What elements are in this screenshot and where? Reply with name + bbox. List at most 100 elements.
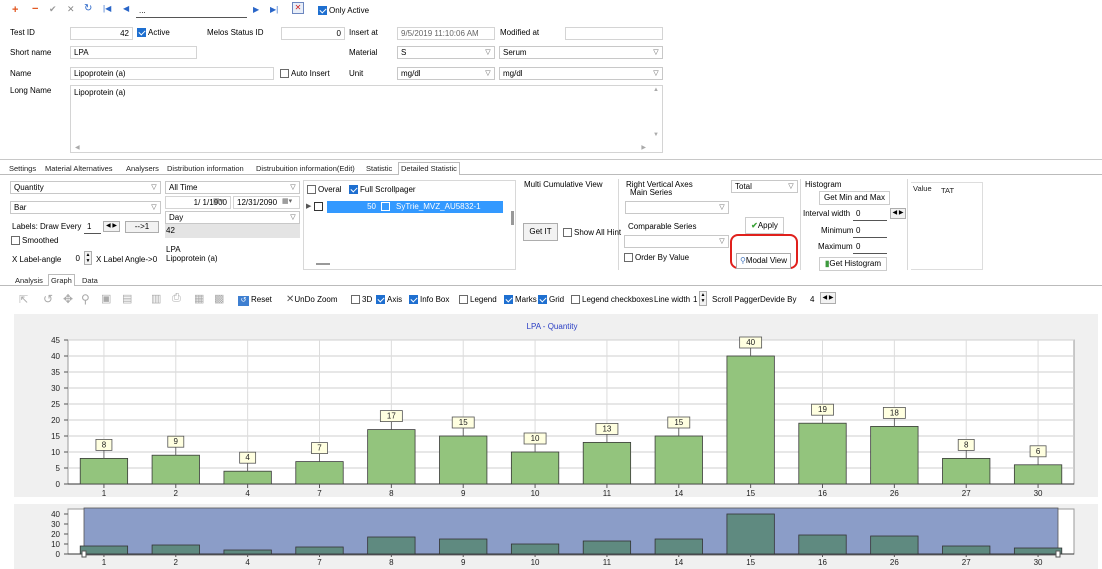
- calendar-icon[interactable]: ▦▾: [213, 197, 223, 205]
- comparable-series-select[interactable]: ▽: [624, 235, 729, 248]
- pointer-icon[interactable]: ⇱: [19, 293, 28, 306]
- get-histogram-button[interactable]: ▮Get Histogram: [819, 257, 887, 271]
- chart-gallery-icon[interactable]: ▥: [151, 292, 161, 305]
- print-icon[interactable]: ⎙: [172, 292, 181, 305]
- prev-record-icon[interactable]: ◀: [123, 4, 129, 13]
- get-it-button[interactable]: Get IT: [523, 223, 558, 241]
- get-min-max-button[interactable]: Get Min and Max: [819, 191, 890, 205]
- material-name-select[interactable]: Serum ▽: [499, 46, 663, 59]
- tab-tat[interactable]: TAT: [939, 185, 956, 196]
- first-record-icon[interactable]: |◀: [103, 4, 111, 13]
- tab-data[interactable]: Data: [80, 275, 100, 286]
- quantity-select[interactable]: Quantity ▽: [10, 181, 161, 194]
- line-width-field[interactable]: 1: [693, 293, 697, 306]
- bar[interactable]: [151, 454, 200, 485]
- save-icon[interactable]: ▩: [214, 292, 224, 305]
- apply-button[interactable]: ✔Apply: [745, 217, 784, 234]
- next-record-icon[interactable]: ▶: [253, 5, 259, 14]
- line-width-stepper-icon[interactable]: ▲ ▼: [699, 291, 707, 306]
- undo-zoom-button[interactable]: ✕UnDo Zoom: [286, 293, 338, 306]
- bar[interactable]: [1013, 464, 1063, 485]
- total-select[interactable]: Total ▽: [731, 180, 798, 193]
- tab-detailed-statistic[interactable]: Detailed Statistic: [398, 162, 460, 175]
- cancel-icon[interactable]: ✕: [67, 4, 75, 15]
- vertical-scrollbar[interactable]: [511, 211, 514, 225]
- tab-distribution-information-edit[interactable]: Distrubuition information(Edit): [254, 163, 357, 174]
- copy-icon[interactable]: ▦: [194, 292, 204, 305]
- horizontal-scrollbar[interactable]: [316, 263, 330, 265]
- bar[interactable]: [223, 470, 272, 485]
- record-search-input[interactable]: ...: [136, 5, 247, 18]
- draw-every-field[interactable]: 1: [84, 221, 101, 234]
- delete-icon[interactable]: −: [32, 3, 38, 15]
- last-record-icon[interactable]: ▶|: [270, 5, 278, 14]
- checkbox-3d[interactable]: 3D: [351, 293, 372, 306]
- scroll-pager-stepper-icon[interactable]: ◀ ▶: [820, 292, 836, 304]
- melos-status-field[interactable]: 0: [281, 27, 345, 40]
- unit-code-select[interactable]: mg/dl ▽: [397, 67, 495, 80]
- x-label-angle-field[interactable]: 0: [71, 253, 83, 266]
- confirm-icon[interactable]: ✔: [49, 4, 57, 15]
- scroll-right-icon[interactable]: ▶: [641, 144, 646, 151]
- checkbox-legend-checkboxes[interactable]: Legend checkboxes: [571, 293, 653, 306]
- bar[interactable]: [367, 429, 416, 485]
- checkbox-axis[interactable]: Axis: [376, 293, 402, 306]
- calendar-icon[interactable]: ▦▾: [282, 197, 292, 205]
- bar[interactable]: [942, 457, 991, 485]
- scroll-pager-field[interactable]: 4: [810, 293, 814, 306]
- clear-filter-icon[interactable]: ✕: [292, 2, 304, 14]
- long-name-textarea[interactable]: Lipoprotein (a) ▲ ▼ ◀ ▶: [70, 85, 663, 153]
- material-code-select[interactable]: S ▽: [397, 46, 495, 59]
- bar[interactable]: [295, 461, 344, 485]
- bar[interactable]: [510, 451, 560, 485]
- refresh-icon[interactable]: ↻: [84, 3, 92, 14]
- x-label-angle-zero-label[interactable]: X Label Angle->0: [96, 254, 157, 266]
- tab-statistic[interactable]: Statistic: [364, 163, 394, 174]
- bar[interactable]: [870, 426, 919, 485]
- zoom-icon[interactable]: ⚲: [81, 292, 90, 306]
- tab-settings[interactable]: Settings: [7, 163, 38, 174]
- bar[interactable]: [654, 435, 703, 485]
- bar[interactable]: [582, 441, 632, 485]
- tab-distribution-information[interactable]: Distribution information: [165, 163, 246, 174]
- bar[interactable]: [439, 435, 488, 485]
- table-row[interactable]: ▶ 50 SyTrie_MVZ_AU5832-1: [305, 201, 503, 213]
- checkbox-info-box[interactable]: Info Box: [409, 293, 449, 306]
- bar[interactable]: [726, 355, 775, 485]
- auto-insert-checkbox[interactable]: Auto Insert: [280, 68, 330, 80]
- checkbox-legend[interactable]: Legend: [459, 293, 497, 306]
- list-item[interactable]: 42: [165, 224, 300, 238]
- name-field[interactable]: Lipoprotein (a): [70, 67, 274, 80]
- scroll-down-icon[interactable]: ▼: [653, 132, 659, 138]
- show-all-hint-checkbox[interactable]: Show All Hint: [563, 227, 621, 239]
- short-name-field[interactable]: LPA: [70, 46, 197, 59]
- row-active-checkbox[interactable]: [379, 201, 393, 213]
- edit-chart-icon[interactable]: ▤: [122, 292, 132, 305]
- bar[interactable]: [798, 422, 847, 485]
- only-active-checkbox[interactable]: Only Active: [318, 5, 369, 17]
- full-scrollpager-checkbox[interactable]: Full Scrollpager: [349, 184, 416, 196]
- reset-button[interactable]: ↺ Reset: [238, 293, 272, 306]
- move-icon[interactable]: ✥: [63, 292, 73, 306]
- tab-analysers[interactable]: Analysers: [124, 163, 161, 174]
- test-id-field[interactable]: 42: [70, 27, 133, 40]
- tab-graph[interactable]: Graph: [48, 274, 75, 286]
- smoothed-checkbox[interactable]: Smoothed: [11, 235, 58, 247]
- x-label-angle-stepper-icon[interactable]: ▲ ▼: [84, 251, 92, 265]
- maximum-field[interactable]: 0: [853, 241, 887, 254]
- navigator-left-handle[interactable]: [81, 550, 87, 558]
- scroll-left-icon[interactable]: ◀: [75, 144, 80, 151]
- order-by-value-checkbox[interactable]: Order By Value: [624, 252, 689, 264]
- scroll-up-icon[interactable]: ▲: [653, 87, 659, 93]
- overal-checkbox[interactable]: Overal: [307, 184, 342, 196]
- navigator-right-handle[interactable]: [1055, 550, 1061, 558]
- row-select-checkbox[interactable]: [314, 202, 325, 212]
- tab-material-alternatives[interactable]: Material Alternatives: [43, 163, 115, 174]
- splitter[interactable]: [0, 159, 1102, 160]
- minimum-field[interactable]: 0: [853, 225, 887, 238]
- modal-view-button[interactable]: ⚲Modal View: [736, 253, 791, 269]
- draw-every-one-button[interactable]: -->1: [125, 221, 159, 233]
- rotate-icon[interactable]: ↺: [43, 292, 53, 306]
- chart-kind-select[interactable]: Bar ▽: [10, 201, 161, 214]
- checkbox-grid[interactable]: Grid: [538, 293, 564, 306]
